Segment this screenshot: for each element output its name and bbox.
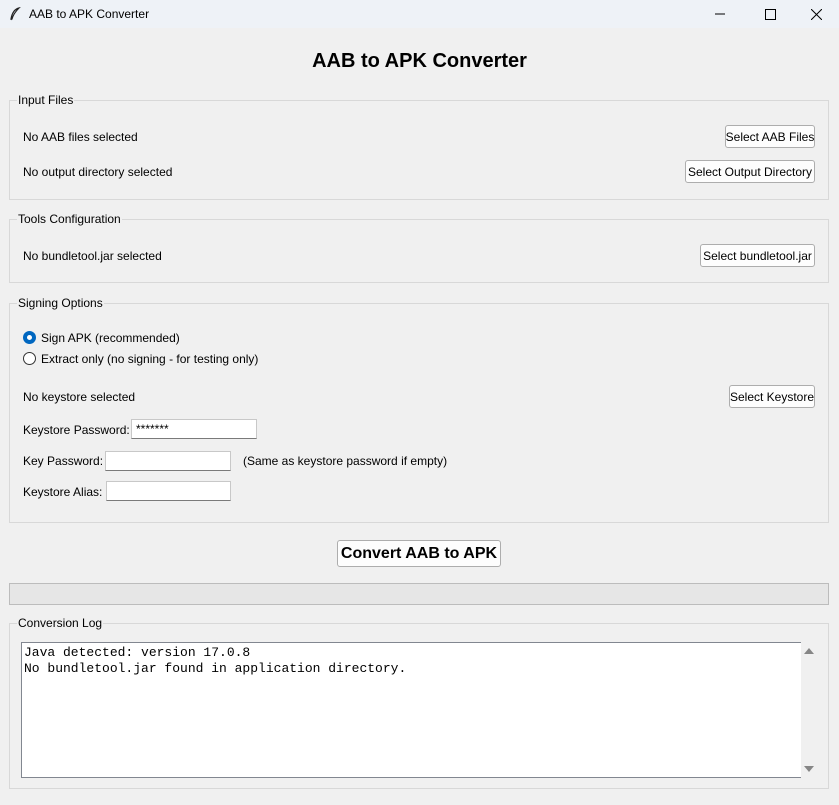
key-password-label: Key Password: <box>23 454 104 468</box>
log-scrollbar[interactable] <box>801 642 817 778</box>
keystore-status: No keystore selected <box>23 390 136 404</box>
signing-options-label: Signing Options <box>17 296 104 310</box>
page-title: AAB to APK Converter <box>312 50 527 72</box>
feather-icon <box>10 7 21 21</box>
select-bundletool-button[interactable]: Select bundletool.jar <box>700 244 815 267</box>
select-keystore-button[interactable]: Select Keystore <box>729 385 815 408</box>
key-password-field[interactable] <box>105 451 231 471</box>
keystore-password-field[interactable]: ******* <box>131 419 257 439</box>
select-output-directory-button[interactable]: Select Output Directory <box>685 160 815 183</box>
window-title: AAB to APK Converter <box>29 7 150 21</box>
input-files-label: Input Files <box>17 93 75 107</box>
scroll-down-icon[interactable] <box>804 766 814 772</box>
close-icon <box>810 8 822 20</box>
select-aab-files-button[interactable]: Select AAB Files <box>725 125 815 148</box>
extract-only-label[interactable]: Extract only (no signing - for testing o… <box>41 352 258 366</box>
minimize-button[interactable] <box>697 0 743 28</box>
minimize-icon <box>715 13 725 15</box>
log-text-area[interactable]: Java detected: version 17.0.8 No bundlet… <box>21 642 801 778</box>
aab-status: No AAB files selected <box>23 130 138 144</box>
convert-button[interactable]: Convert AAB to APK <box>337 540 501 567</box>
scroll-up-icon[interactable] <box>804 648 814 654</box>
sign-apk-label[interactable]: Sign APK (recommended) <box>41 331 180 345</box>
bundletool-status: No bundletool.jar selected <box>23 249 162 263</box>
close-button[interactable] <box>793 0 839 28</box>
output-status: No output directory selected <box>23 165 173 179</box>
keystore-alias-field[interactable] <box>106 481 231 501</box>
input-files-group <box>9 100 829 200</box>
key-password-hint: (Same as keystore password if empty) <box>243 454 448 468</box>
keystore-password-label: Keystore Password: <box>23 423 130 437</box>
progress-bar <box>9 583 829 605</box>
conversion-log-label: Conversion Log <box>17 616 104 630</box>
title-bar: AAB to APK Converter <box>0 0 839 28</box>
extract-only-radio[interactable] <box>23 352 36 365</box>
sign-apk-radio[interactable] <box>23 331 36 344</box>
keystore-alias-label: Keystore Alias: <box>23 485 103 499</box>
tools-label: Tools Configuration <box>17 212 122 226</box>
maximize-icon <box>764 8 776 20</box>
maximize-button[interactable] <box>747 0 793 28</box>
log-line: Java detected: version 17.0.8 <box>24 645 251 660</box>
log-line: No bundletool.jar found in application d… <box>24 661 407 676</box>
